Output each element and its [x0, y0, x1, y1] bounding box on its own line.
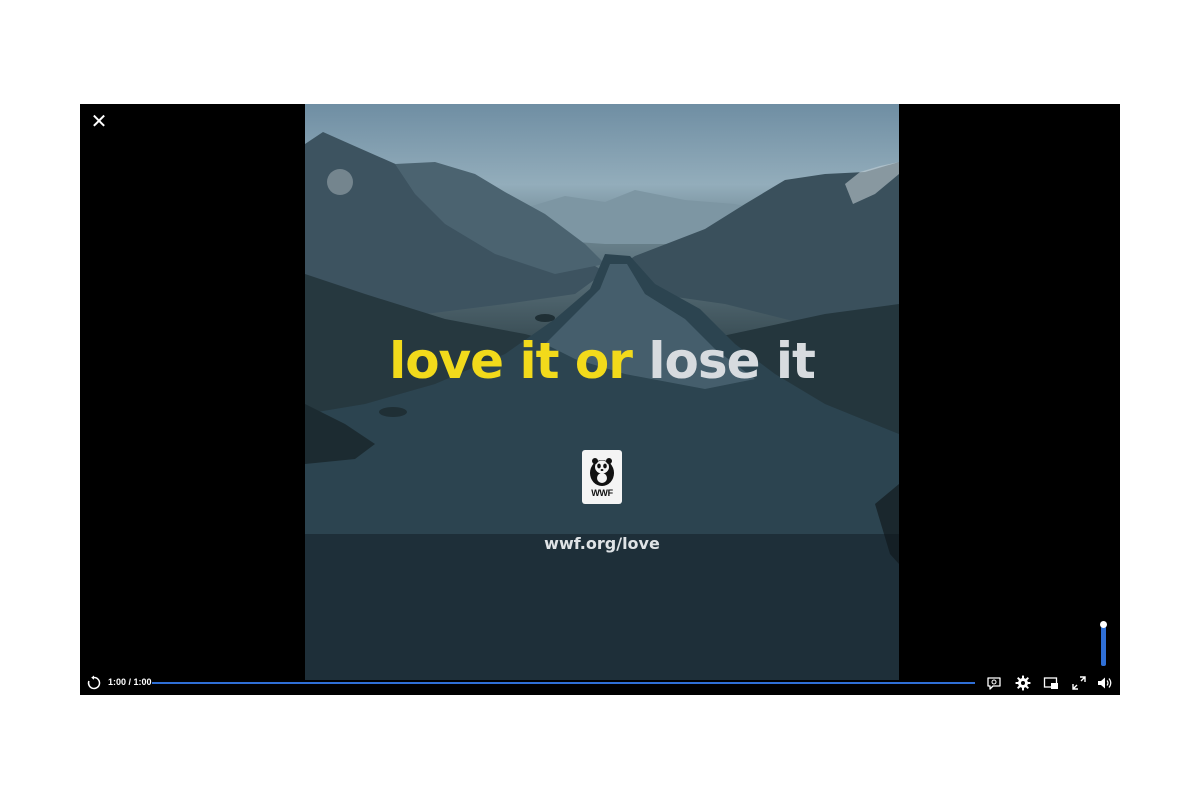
- site-url: wwf.org/love: [544, 534, 660, 553]
- captions-icon[interactable]: [986, 675, 1002, 691]
- tagline-love-it-or: love it or: [389, 332, 649, 390]
- close-icon[interactable]: ✕: [88, 110, 110, 132]
- tagline: love it or lose it: [305, 332, 899, 390]
- settings-icon[interactable]: [1015, 675, 1031, 691]
- wwf-panda-logo: WWF: [582, 450, 622, 504]
- volume-slider-thumb[interactable]: [1100, 621, 1107, 628]
- progress-fill: [152, 682, 975, 684]
- volume-slider[interactable]: [1100, 621, 1107, 666]
- panda-icon: [590, 458, 614, 486]
- tagline-lose-it: lose it: [648, 332, 816, 390]
- lens-flare: [327, 169, 353, 195]
- replay-icon[interactable]: [86, 675, 102, 691]
- wwf-logo-text: WWF: [591, 488, 613, 498]
- volume-icon[interactable]: [1097, 675, 1113, 691]
- picture-in-picture-icon[interactable]: [1043, 675, 1059, 691]
- video-frame[interactable]: love it or lose it WWF wwf.org/love: [305, 104, 899, 680]
- progress-bar[interactable]: [152, 682, 975, 684]
- landscape-scene: [305, 132, 899, 680]
- fullscreen-icon[interactable]: [1071, 675, 1087, 691]
- video-player[interactable]: ✕ love it or lose it WWF wwf.org/love 1:…: [80, 104, 1120, 695]
- player-controls: 1:00 / 1:00: [80, 674, 1120, 695]
- time-display: 1:00 / 1:00: [108, 677, 152, 687]
